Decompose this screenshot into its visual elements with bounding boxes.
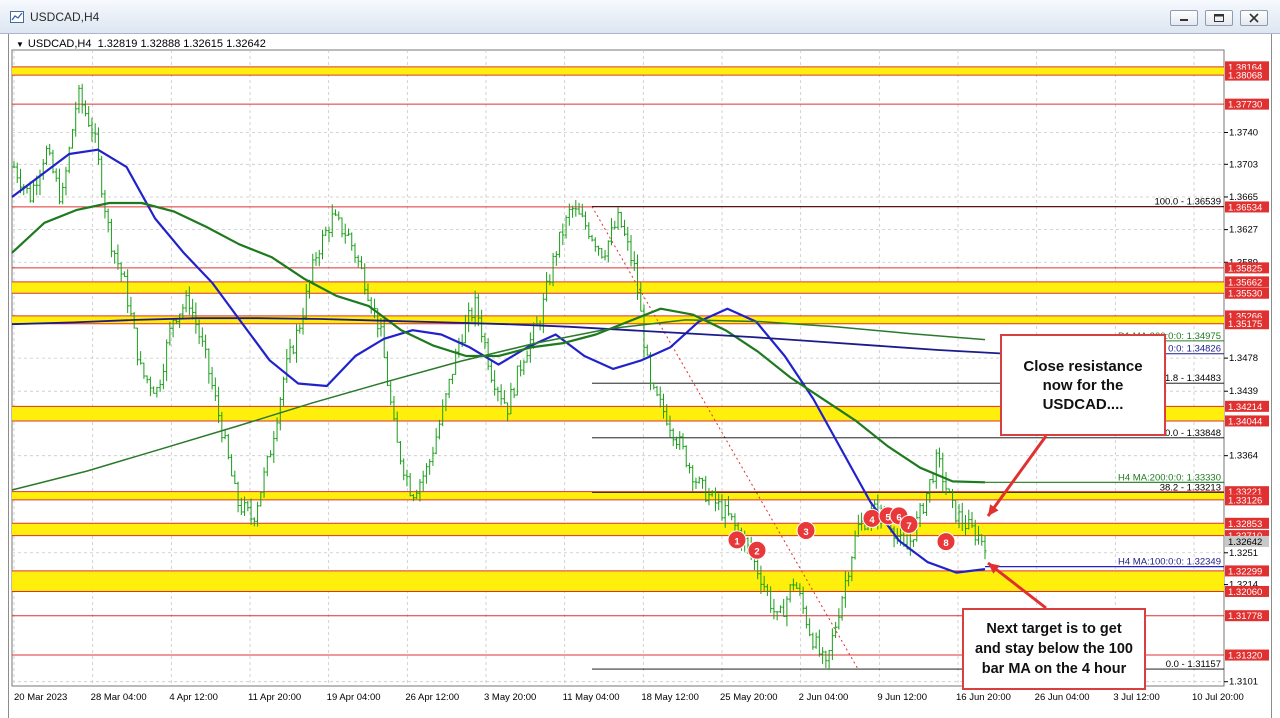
support-resistance-zone <box>12 570 1224 592</box>
marker-label: 2 <box>754 547 759 558</box>
time-tick-label: 3 Jul 12:00 <box>1113 692 1159 703</box>
symbol-ohlc-header[interactable]: ▼ USDCAD,H4 1.32819 1.32888 1.32615 1.326… <box>16 38 266 50</box>
marker-label: 1 <box>734 536 740 547</box>
price-tick-label: 1.3703 <box>1229 159 1258 170</box>
dropdown-arrow-icon: ▼ <box>16 40 24 49</box>
time-tick-label: 20 Mar 2023 <box>14 692 67 703</box>
marker-2: 2 <box>747 540 767 560</box>
time-tick-label: 3 May 20:00 <box>484 692 536 703</box>
symbol-name: USDCAD,H4 <box>27 38 92 50</box>
time-tick-label: 4 Apr 12:00 <box>169 692 218 703</box>
fibonacci-level-label: 0.0 - 1.33848 <box>1165 428 1221 439</box>
marker-1: 1 <box>727 530 747 550</box>
marker-label: 7 <box>906 521 911 532</box>
marker-4: 4 <box>862 508 882 528</box>
level-price-text: 1.34044 <box>1228 416 1262 427</box>
fibonacci-level-label: 1.8 - 1.34483 <box>1165 373 1221 384</box>
time-tick-label: 18 May 12:00 <box>641 692 699 703</box>
marker-label: 3 <box>803 527 808 538</box>
time-tick-label: 25 May 20:00 <box>720 692 778 703</box>
support-resistance-zone <box>12 281 1224 294</box>
time-tick-label: 19 Apr 04:00 <box>327 692 381 703</box>
level-price-text: 1.38068 <box>1228 71 1262 82</box>
support-resistance-zone <box>12 315 1224 324</box>
resistance-callout: Close resistance now for the USDCAD.... <box>1000 334 1166 436</box>
time-tick-label: 11 Apr 20:00 <box>248 692 301 703</box>
marker-8: 8 <box>936 532 956 552</box>
price-axis: 1.37401.37031.36651.36271.35891.34781.34… <box>1224 61 1269 688</box>
time-tick-label: 26 Apr 12:00 <box>405 692 459 703</box>
level-price-text: 1.32299 <box>1228 566 1262 577</box>
fibonacci-level-label: 100.0 - 1.36539 <box>1154 197 1221 208</box>
time-tick-label: 2 Jun 04:00 <box>799 692 849 703</box>
marker-3: 3 <box>796 520 816 540</box>
price-tick-label: 1.3364 <box>1229 451 1258 462</box>
price-tick-label: 1.3740 <box>1229 128 1258 139</box>
level-price-text: 1.35530 <box>1228 289 1262 300</box>
level-price-text: 1.35662 <box>1228 277 1262 288</box>
time-tick-label: 26 Jun 04:00 <box>1035 692 1090 703</box>
indicator-label: 0:0: 1.34826 <box>1168 344 1221 355</box>
fibonacci-level-label: 38.2 - 1.33213 <box>1160 482 1221 493</box>
level-price-text: 1.31778 <box>1228 611 1262 622</box>
target-callout: Next target is to get and stay below the… <box>962 608 1146 690</box>
level-price-text: 1.36534 <box>1228 202 1262 213</box>
resistance-arrow <box>986 435 1048 517</box>
level-price-text: 1.35175 <box>1228 319 1262 330</box>
time-tick-label: 16 Jun 20:00 <box>956 692 1011 703</box>
fibonacci-level-label: 0.0 - 1.31157 <box>1166 659 1221 670</box>
time-tick-label: 10 Jul 20:00 <box>1192 692 1244 703</box>
price-tick-label: 1.3478 <box>1229 353 1258 364</box>
marker-label: 4 <box>869 515 875 526</box>
level-price-text: 1.37730 <box>1228 100 1262 111</box>
price-tick-label: 1.3439 <box>1229 386 1258 397</box>
marker-7: 7 <box>899 514 919 534</box>
level-price-text: 1.33126 <box>1228 495 1262 506</box>
indicator-label: H4 MA:100:0:0: 1.32349 <box>1118 557 1221 568</box>
level-price-text: 1.34214 <box>1228 402 1262 413</box>
time-tick-label: 9 Jun 12:00 <box>877 692 927 703</box>
h4-ma-100-line <box>11 148 986 574</box>
time-tick-label: 11 May 04:00 <box>563 692 620 703</box>
level-price-text: 1.31320 <box>1228 651 1262 662</box>
ohlc-values: 1.32819 1.32888 1.32615 1.32642 <box>97 38 266 50</box>
support-resistance-zone <box>12 66 1224 76</box>
price-tick-label: 1.3101 <box>1229 677 1258 688</box>
support-resistance-zone <box>12 491 1224 500</box>
level-price-text: 1.32853 <box>1228 519 1262 530</box>
level-price-text: 1.32060 <box>1228 587 1262 598</box>
price-tick-label: 1.3665 <box>1229 192 1258 203</box>
time-tick-label: 28 Mar 04:00 <box>91 692 147 703</box>
support-resistance-zone <box>12 523 1224 536</box>
price-tick-label: 1.3627 <box>1229 225 1258 236</box>
level-price-text: 1.35825 <box>1228 263 1262 274</box>
marker-label: 8 <box>943 538 948 549</box>
current-price-text: 1.32642 <box>1228 537 1262 548</box>
price-tick-label: 1.3251 <box>1229 548 1258 559</box>
time-axis: 20 Mar 2023 28 Mar 04:00 4 Apr 12:00 11 Apr… <box>14 692 1244 703</box>
d1-ma-200-line <box>11 319 986 491</box>
indicator-label: H4 MA:200:0:0: 1.33330 <box>1118 472 1221 483</box>
